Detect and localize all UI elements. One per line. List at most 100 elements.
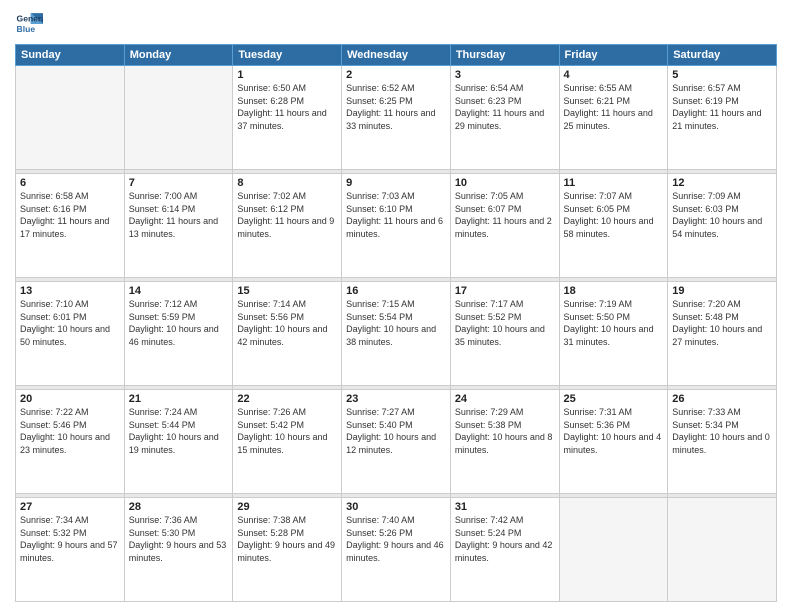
day-number: 8: [237, 177, 337, 189]
calendar-cell: 24Sunrise: 7:29 AM Sunset: 5:38 PM Dayli…: [450, 390, 559, 494]
day-number: 15: [237, 285, 337, 297]
day-number: 29: [237, 501, 337, 513]
calendar-cell: 11Sunrise: 7:07 AM Sunset: 6:05 PM Dayli…: [559, 174, 668, 278]
day-info: Sunrise: 6:57 AM Sunset: 6:19 PM Dayligh…: [672, 82, 772, 132]
weekday-header-thursday: Thursday: [450, 45, 559, 66]
day-info: Sunrise: 6:52 AM Sunset: 6:25 PM Dayligh…: [346, 82, 446, 132]
calendar-cell: [668, 498, 777, 602]
page: General Blue SundayMondayTuesdayWednesda…: [0, 0, 792, 612]
calendar-cell: 4Sunrise: 6:55 AM Sunset: 6:21 PM Daylig…: [559, 66, 668, 170]
day-info: Sunrise: 7:00 AM Sunset: 6:14 PM Dayligh…: [129, 190, 229, 240]
day-info: Sunrise: 7:05 AM Sunset: 6:07 PM Dayligh…: [455, 190, 555, 240]
day-number: 22: [237, 393, 337, 405]
day-number: 21: [129, 393, 229, 405]
calendar-cell: 2Sunrise: 6:52 AM Sunset: 6:25 PM Daylig…: [342, 66, 451, 170]
day-number: 16: [346, 285, 446, 297]
calendar-cell: 7Sunrise: 7:00 AM Sunset: 6:14 PM Daylig…: [124, 174, 233, 278]
day-info: Sunrise: 7:03 AM Sunset: 6:10 PM Dayligh…: [346, 190, 446, 240]
logo: General Blue: [15, 10, 43, 38]
calendar-cell: 16Sunrise: 7:15 AM Sunset: 5:54 PM Dayli…: [342, 282, 451, 386]
day-info: Sunrise: 7:19 AM Sunset: 5:50 PM Dayligh…: [564, 298, 664, 348]
day-number: 12: [672, 177, 772, 189]
calendar-cell: 21Sunrise: 7:24 AM Sunset: 5:44 PM Dayli…: [124, 390, 233, 494]
day-number: 14: [129, 285, 229, 297]
day-number: 26: [672, 393, 772, 405]
svg-text:Blue: Blue: [17, 24, 36, 34]
calendar-cell: [124, 66, 233, 170]
day-info: Sunrise: 7:14 AM Sunset: 5:56 PM Dayligh…: [237, 298, 337, 348]
day-number: 24: [455, 393, 555, 405]
calendar-cell: 27Sunrise: 7:34 AM Sunset: 5:32 PM Dayli…: [16, 498, 125, 602]
day-number: 3: [455, 69, 555, 81]
svg-text:General: General: [17, 14, 43, 24]
weekday-header-tuesday: Tuesday: [233, 45, 342, 66]
calendar-cell: 1Sunrise: 6:50 AM Sunset: 6:28 PM Daylig…: [233, 66, 342, 170]
day-number: 9: [346, 177, 446, 189]
day-info: Sunrise: 7:12 AM Sunset: 5:59 PM Dayligh…: [129, 298, 229, 348]
calendar-cell: [559, 498, 668, 602]
day-number: 10: [455, 177, 555, 189]
day-info: Sunrise: 7:02 AM Sunset: 6:12 PM Dayligh…: [237, 190, 337, 240]
calendar-cell: [16, 66, 125, 170]
weekday-header-wednesday: Wednesday: [342, 45, 451, 66]
calendar-cell: 8Sunrise: 7:02 AM Sunset: 6:12 PM Daylig…: [233, 174, 342, 278]
day-number: 19: [672, 285, 772, 297]
day-info: Sunrise: 7:38 AM Sunset: 5:28 PM Dayligh…: [237, 514, 337, 564]
day-number: 7: [129, 177, 229, 189]
calendar-cell: 26Sunrise: 7:33 AM Sunset: 5:34 PM Dayli…: [668, 390, 777, 494]
day-number: 27: [20, 501, 120, 513]
day-info: Sunrise: 7:15 AM Sunset: 5:54 PM Dayligh…: [346, 298, 446, 348]
day-info: Sunrise: 7:42 AM Sunset: 5:24 PM Dayligh…: [455, 514, 555, 564]
logo-icon: General Blue: [15, 10, 43, 38]
day-number: 23: [346, 393, 446, 405]
calendar-cell: 3Sunrise: 6:54 AM Sunset: 6:23 PM Daylig…: [450, 66, 559, 170]
day-info: Sunrise: 7:24 AM Sunset: 5:44 PM Dayligh…: [129, 406, 229, 456]
day-info: Sunrise: 7:33 AM Sunset: 5:34 PM Dayligh…: [672, 406, 772, 456]
day-info: Sunrise: 7:29 AM Sunset: 5:38 PM Dayligh…: [455, 406, 555, 456]
day-number: 5: [672, 69, 772, 81]
day-info: Sunrise: 7:26 AM Sunset: 5:42 PM Dayligh…: [237, 406, 337, 456]
calendar-cell: 22Sunrise: 7:26 AM Sunset: 5:42 PM Dayli…: [233, 390, 342, 494]
calendar-cell: 25Sunrise: 7:31 AM Sunset: 5:36 PM Dayli…: [559, 390, 668, 494]
day-info: Sunrise: 7:07 AM Sunset: 6:05 PM Dayligh…: [564, 190, 664, 240]
day-info: Sunrise: 7:27 AM Sunset: 5:40 PM Dayligh…: [346, 406, 446, 456]
day-info: Sunrise: 7:34 AM Sunset: 5:32 PM Dayligh…: [20, 514, 120, 564]
calendar-cell: 5Sunrise: 6:57 AM Sunset: 6:19 PM Daylig…: [668, 66, 777, 170]
day-number: 20: [20, 393, 120, 405]
day-info: Sunrise: 7:31 AM Sunset: 5:36 PM Dayligh…: [564, 406, 664, 456]
day-info: Sunrise: 6:58 AM Sunset: 6:16 PM Dayligh…: [20, 190, 120, 240]
calendar-cell: 29Sunrise: 7:38 AM Sunset: 5:28 PM Dayli…: [233, 498, 342, 602]
calendar-cell: 30Sunrise: 7:40 AM Sunset: 5:26 PM Dayli…: [342, 498, 451, 602]
day-number: 11: [564, 177, 664, 189]
calendar-cell: 31Sunrise: 7:42 AM Sunset: 5:24 PM Dayli…: [450, 498, 559, 602]
calendar-cell: 12Sunrise: 7:09 AM Sunset: 6:03 PM Dayli…: [668, 174, 777, 278]
calendar-cell: 28Sunrise: 7:36 AM Sunset: 5:30 PM Dayli…: [124, 498, 233, 602]
day-number: 28: [129, 501, 229, 513]
day-info: Sunrise: 6:55 AM Sunset: 6:21 PM Dayligh…: [564, 82, 664, 132]
day-number: 17: [455, 285, 555, 297]
week-row-2: 6Sunrise: 6:58 AM Sunset: 6:16 PM Daylig…: [16, 174, 777, 278]
day-number: 4: [564, 69, 664, 81]
weekday-header-monday: Monday: [124, 45, 233, 66]
day-info: Sunrise: 6:54 AM Sunset: 6:23 PM Dayligh…: [455, 82, 555, 132]
weekday-header-row: SundayMondayTuesdayWednesdayThursdayFrid…: [16, 45, 777, 66]
day-number: 30: [346, 501, 446, 513]
day-info: Sunrise: 7:10 AM Sunset: 6:01 PM Dayligh…: [20, 298, 120, 348]
day-info: Sunrise: 7:17 AM Sunset: 5:52 PM Dayligh…: [455, 298, 555, 348]
calendar-table: SundayMondayTuesdayWednesdayThursdayFrid…: [15, 44, 777, 602]
day-info: Sunrise: 6:50 AM Sunset: 6:28 PM Dayligh…: [237, 82, 337, 132]
day-number: 31: [455, 501, 555, 513]
day-info: Sunrise: 7:09 AM Sunset: 6:03 PM Dayligh…: [672, 190, 772, 240]
day-number: 13: [20, 285, 120, 297]
day-info: Sunrise: 7:40 AM Sunset: 5:26 PM Dayligh…: [346, 514, 446, 564]
calendar-cell: 15Sunrise: 7:14 AM Sunset: 5:56 PM Dayli…: [233, 282, 342, 386]
calendar-cell: 23Sunrise: 7:27 AM Sunset: 5:40 PM Dayli…: [342, 390, 451, 494]
day-number: 18: [564, 285, 664, 297]
week-row-1: 1Sunrise: 6:50 AM Sunset: 6:28 PM Daylig…: [16, 66, 777, 170]
day-info: Sunrise: 7:20 AM Sunset: 5:48 PM Dayligh…: [672, 298, 772, 348]
weekday-header-sunday: Sunday: [16, 45, 125, 66]
calendar-cell: 14Sunrise: 7:12 AM Sunset: 5:59 PM Dayli…: [124, 282, 233, 386]
day-info: Sunrise: 7:36 AM Sunset: 5:30 PM Dayligh…: [129, 514, 229, 564]
weekday-header-friday: Friday: [559, 45, 668, 66]
week-row-5: 27Sunrise: 7:34 AM Sunset: 5:32 PM Dayli…: [16, 498, 777, 602]
